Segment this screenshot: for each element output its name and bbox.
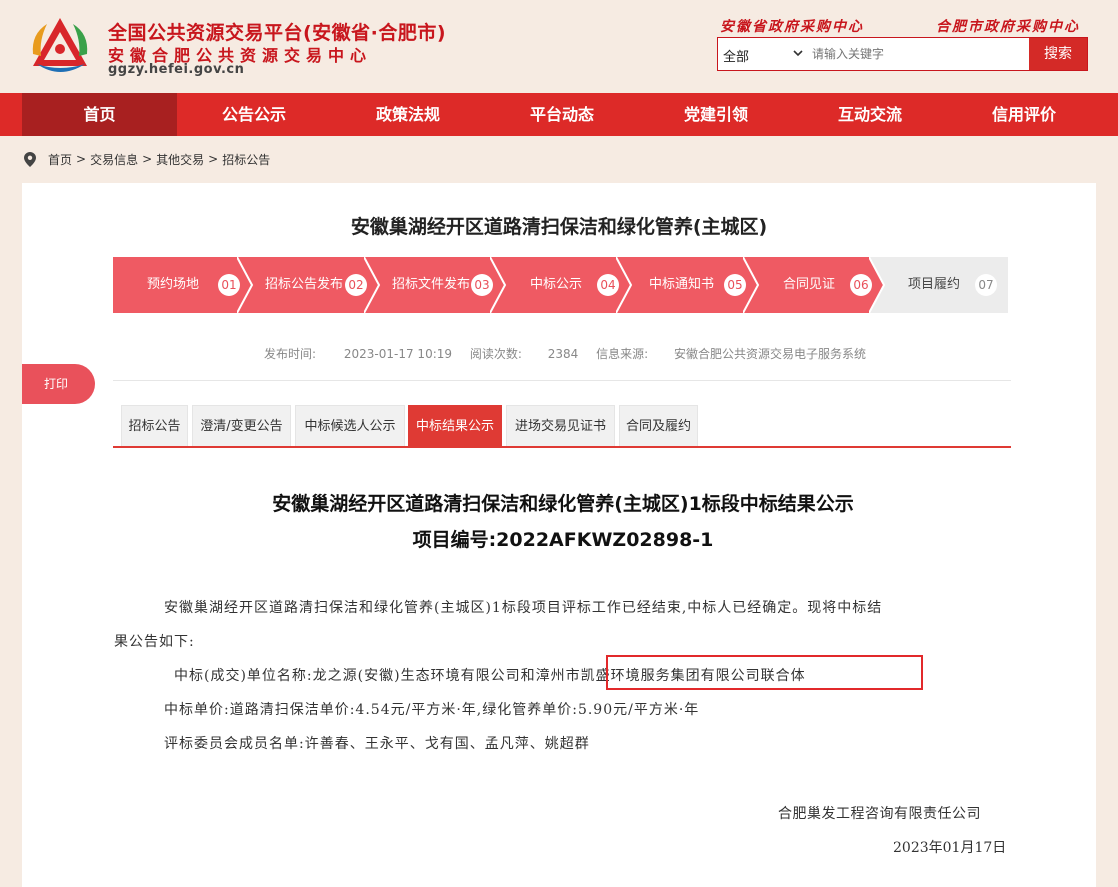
nav-item-party-building[interactable]: 党建引领 bbox=[639, 93, 793, 136]
search-button[interactable]: 搜索 bbox=[1029, 38, 1087, 70]
source-label: 信息来源: bbox=[596, 347, 649, 361]
location-pin-icon bbox=[24, 151, 36, 167]
tab-tender-notice[interactable]: 招标公告 bbox=[121, 405, 188, 447]
search-scope-select[interactable]: 全部 bbox=[718, 38, 808, 70]
step-5[interactable]: 中标通知书 05 bbox=[616, 257, 759, 313]
project-title: 安徽巢湖经开区道路清扫保洁和绿化管养(主城区) bbox=[350, 216, 768, 238]
step-4[interactable]: 中标公示 04 bbox=[490, 257, 632, 313]
site-title: 全国公共资源交易平台(安徽省·合肥市) bbox=[108, 22, 447, 44]
step-number: 07 bbox=[975, 274, 997, 296]
progress-steps: 预约场地 01 招标公告发布 02 招标文件发布 03 中标公示 04 中标通知… bbox=[113, 257, 1008, 313]
document-title: 安徽巢湖经开区道路清扫保洁和绿化管养(主城区)1标段中标结果公示 bbox=[272, 493, 854, 515]
tab-contract[interactable]: 合同及履约 bbox=[619, 405, 698, 447]
step-6[interactable]: 合同见证 06 bbox=[743, 257, 885, 313]
paragraph-intro-cont: 果公告如下: bbox=[114, 634, 195, 650]
chevron-down-icon bbox=[793, 50, 803, 57]
nav-item-credit[interactable]: 信用评价 bbox=[947, 93, 1101, 136]
step-label: 招标公告发布 bbox=[265, 277, 344, 292]
nav-item-platform-news[interactable]: 平台动态 bbox=[485, 93, 639, 136]
city-procurement-link[interactable]: 合肥市政府采购中心 bbox=[936, 16, 1080, 36]
divider bbox=[113, 380, 1011, 381]
site-header: 全国公共资源交易平台(安徽省·合肥市) 安徽合肥公共资源交易中心 ggzy.he… bbox=[0, 0, 1118, 93]
publish-time: 2023-01-17 10:19 bbox=[343, 347, 453, 361]
step-1[interactable]: 预约场地 01 bbox=[113, 257, 253, 313]
breadcrumb-home[interactable]: 首页 bbox=[48, 151, 72, 168]
views-label: 阅读次数: bbox=[469, 347, 522, 361]
breadcrumb-current[interactable]: 招标公告 bbox=[222, 151, 270, 168]
nav-item-home[interactable]: 首页 bbox=[22, 93, 177, 136]
publish-time-label: 发布时间: bbox=[264, 347, 317, 361]
tab-witness[interactable]: 进场交易见证书 bbox=[506, 405, 615, 447]
project-code: 项目编号:2022AFKWZ02898-1 bbox=[412, 529, 714, 551]
search-scope-value: 全部 bbox=[723, 50, 750, 65]
step-label: 招标文件发布 bbox=[392, 277, 471, 292]
breadcrumb-separator: > bbox=[76, 152, 87, 166]
tab-result[interactable]: 中标结果公示 bbox=[408, 405, 502, 447]
tab-underline bbox=[113, 446, 1011, 448]
breadcrumb-separator: > bbox=[142, 152, 153, 166]
step-label: 合同见证 bbox=[783, 277, 836, 292]
step-label: 中标公示 bbox=[530, 277, 583, 292]
main-nav: 首页 公告公示 政策法规 平台动态 党建引领 互动交流 信用评价 bbox=[0, 93, 1118, 136]
signer: 合肥巢发工程咨询有限责任公司 bbox=[778, 806, 981, 822]
search-input[interactable] bbox=[812, 38, 1028, 70]
article-meta: 发布时间: 2023-01-17 10:19 阅读次数: 2384 信息来源: … bbox=[264, 345, 866, 362]
print-button[interactable]: 打印 bbox=[22, 364, 95, 404]
step-label: 预约场地 bbox=[147, 277, 200, 292]
breadcrumb-trade-info[interactable]: 交易信息 bbox=[90, 151, 138, 168]
step-2[interactable]: 招标公告发布 02 bbox=[237, 257, 380, 313]
province-procurement-link[interactable]: 安徽省政府采购中心 bbox=[720, 16, 864, 36]
tab-clarification[interactable]: 澄清/变更公告 bbox=[192, 405, 291, 447]
tab-candidates[interactable]: 中标候选人公示 bbox=[295, 405, 405, 447]
nav-item-interaction[interactable]: 互动交流 bbox=[793, 93, 947, 136]
step-3[interactable]: 招标文件发布 03 bbox=[364, 257, 506, 313]
breadcrumb-other-trade[interactable]: 其他交易 bbox=[156, 151, 204, 168]
paragraph-intro: 安徽巢湖经开区道路清扫保洁和绿化管养(主城区)1标段项目评标工作已经结束,中标人… bbox=[164, 600, 883, 616]
nav-item-announcements[interactable]: 公告公示 bbox=[177, 93, 331, 136]
price-line: 中标单价:道路清扫保洁单价:4.54元/平方米·年,绿化管养单价:5.90元/平… bbox=[164, 702, 700, 718]
breadcrumb: 首页 > 交易信息 > 其他交易 > 招标公告 bbox=[24, 150, 270, 168]
nav-item-policies[interactable]: 政策法规 bbox=[331, 93, 485, 136]
step-label: 中标通知书 bbox=[649, 277, 715, 292]
site-logo-icon[interactable] bbox=[27, 14, 93, 80]
step-label: 项目履约 bbox=[908, 277, 961, 292]
winner-label: 中标(成交)单位名称:龙之源(安徽)生态环境有限公司和 bbox=[174, 668, 536, 684]
site-domain: ggzy.hefei.gov.cn bbox=[108, 62, 245, 77]
views-count: 2384 bbox=[547, 347, 579, 361]
sign-date: 2023年01月17日 bbox=[893, 840, 1007, 856]
source-value: 安徽合肥公共资源交易电子服务系统 bbox=[673, 347, 866, 361]
step-7[interactable]: 项目履约 07 bbox=[869, 257, 1008, 313]
search-bar: 全部 搜索 bbox=[717, 37, 1088, 71]
highlight-box bbox=[606, 655, 923, 690]
committee-line: 评标委员会成员名单:许善春、王永平、戈有国、孟凡萍、姚超群 bbox=[164, 736, 590, 752]
breadcrumb-separator: > bbox=[208, 152, 219, 166]
